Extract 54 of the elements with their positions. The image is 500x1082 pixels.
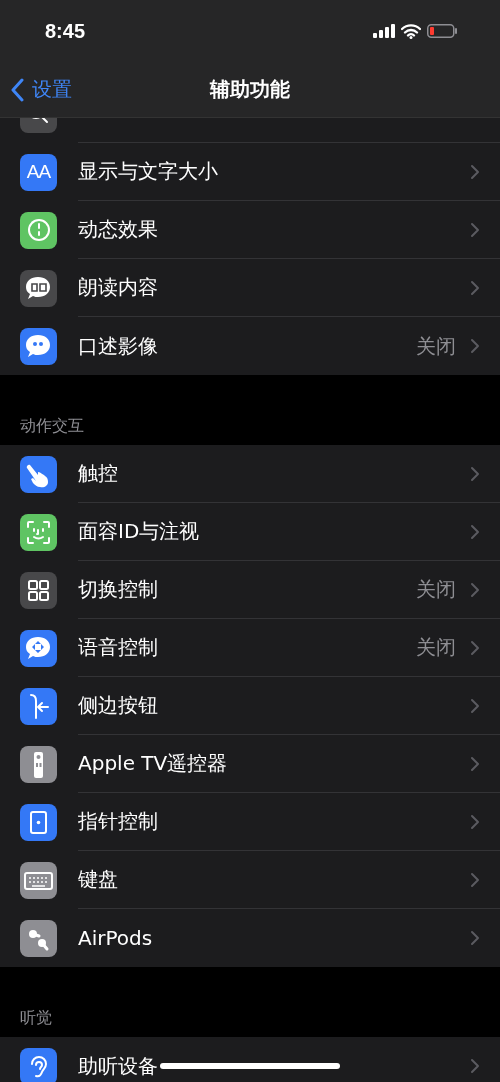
chevron-right-icon	[470, 639, 480, 656]
settings-row[interactable]: 面容ID与注视	[0, 503, 500, 561]
settings-row[interactable]: 动态效果	[0, 201, 500, 259]
settings-row[interactable]: 键盘	[0, 851, 500, 909]
row-label: 触控	[78, 460, 118, 487]
page-title: 辅助功能	[210, 76, 290, 103]
back-chevron-icon	[10, 77, 24, 102]
section-header: 听觉	[20, 1008, 52, 1029]
text-size-icon: AA	[20, 153, 57, 191]
row-label: 语音控制	[78, 634, 158, 661]
settings-row[interactable]: 触控	[0, 445, 500, 503]
row-label: 朗读内容	[78, 274, 158, 301]
settings-row[interactable]: AA 显示与文字大小	[0, 143, 500, 201]
back-button[interactable]: 设置	[10, 76, 72, 103]
chevron-right-icon	[470, 581, 480, 598]
chevron-right-icon	[470, 930, 480, 946]
section-header: 动作交互	[20, 416, 84, 437]
settings-row[interactable]: 切换控制 关闭	[0, 561, 500, 619]
row-label: 动态效果	[78, 216, 158, 243]
home-indicator[interactable]	[160, 1063, 340, 1069]
row-label: 键盘	[78, 866, 118, 893]
row-label: AirPods	[78, 926, 153, 950]
chevron-right-icon	[470, 338, 480, 354]
chevron-right-icon	[470, 279, 480, 296]
settings-row[interactable]: 语音控制 关闭	[0, 619, 500, 677]
settings-row[interactable]: 侧边按钮	[0, 677, 500, 735]
row-label: 面容ID与注视	[78, 518, 200, 545]
settings-row[interactable]: AirPods	[0, 909, 500, 967]
row-label: 切换控制	[78, 576, 158, 603]
row-label: 助听设备	[78, 1052, 158, 1080]
settings-row[interactable]: 指针控制	[0, 793, 500, 851]
wifi-icon	[401, 23, 421, 39]
chevron-right-icon	[470, 755, 480, 772]
settings-row[interactable]: 口述影像 关闭	[0, 317, 500, 375]
row-value: 关闭	[416, 634, 456, 661]
chevron-right-icon	[470, 1058, 480, 1074]
row-label: 指针控制	[78, 808, 158, 835]
row-label: 显示与文字大小	[78, 158, 218, 185]
settings-row[interactable]: Apple TV遥控器	[0, 735, 500, 793]
chevron-right-icon	[470, 163, 480, 180]
chevron-right-icon	[470, 871, 480, 888]
row-label: Apple TV遥控器	[78, 750, 228, 777]
chevron-right-icon	[470, 813, 480, 830]
row-label: 口述影像	[78, 332, 158, 360]
row-value: 关闭	[416, 332, 456, 360]
chevron-right-icon	[470, 221, 480, 238]
chevron-right-icon	[470, 523, 480, 540]
chevron-right-icon	[470, 697, 480, 714]
row-value: 关闭	[416, 576, 456, 603]
chevron-right-icon	[470, 465, 480, 482]
clock-time: 8:45	[45, 19, 86, 43]
settings-row[interactable]: 朗读内容	[0, 259, 500, 317]
signal-icon	[373, 24, 395, 38]
row-label: 侧边按钮	[78, 692, 158, 719]
